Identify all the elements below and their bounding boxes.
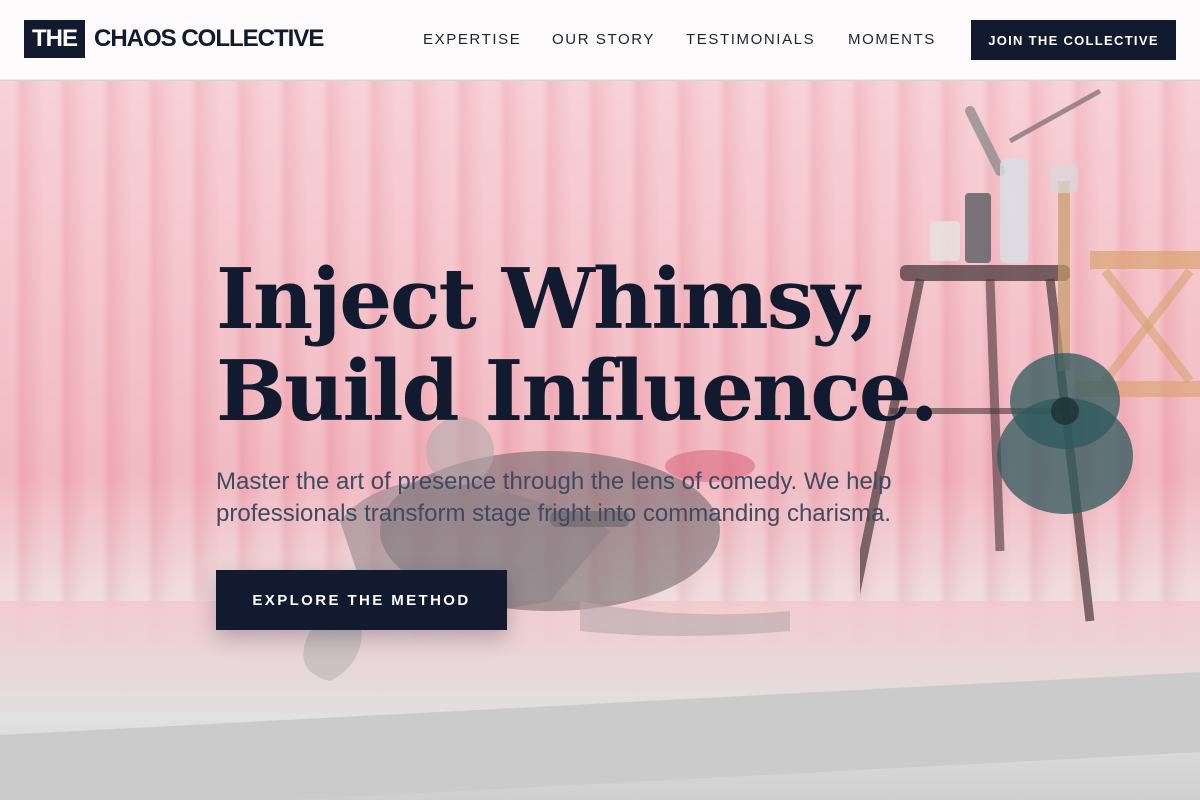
hero-subhead: Master the art of presence through the l… [216, 468, 892, 527]
headline-line-2: Build Influence. [216, 342, 939, 440]
hero-headline: Inject Whimsy, Build Influence. [216, 253, 1076, 437]
logo-text: CHAOS COLLECTIVE [94, 25, 324, 52]
nav-our-story[interactable]: OUR STORY [552, 31, 655, 48]
hero-section: Inject Whimsy, Build Influence. Master t… [0, 81, 1200, 800]
logo[interactable]: THE CHAOS COLLECTIVE [24, 20, 324, 58]
explore-method-button[interactable]: EXPLORE THE METHOD [216, 570, 507, 630]
nav-moments[interactable]: MOMENTS [848, 31, 936, 48]
nav-expertise[interactable]: EXPERTISE [423, 31, 521, 48]
headline-line-1: Inject Whimsy, [216, 250, 879, 348]
site-header: THE CHAOS COLLECTIVE EXPERTISE OUR STORY… [0, 0, 1200, 80]
join-collective-button[interactable]: JOIN THE COLLECTIVE [971, 20, 1176, 60]
nav-testimonials[interactable]: TESTIMONIALS [686, 31, 815, 48]
logo-mark: THE [24, 20, 85, 58]
